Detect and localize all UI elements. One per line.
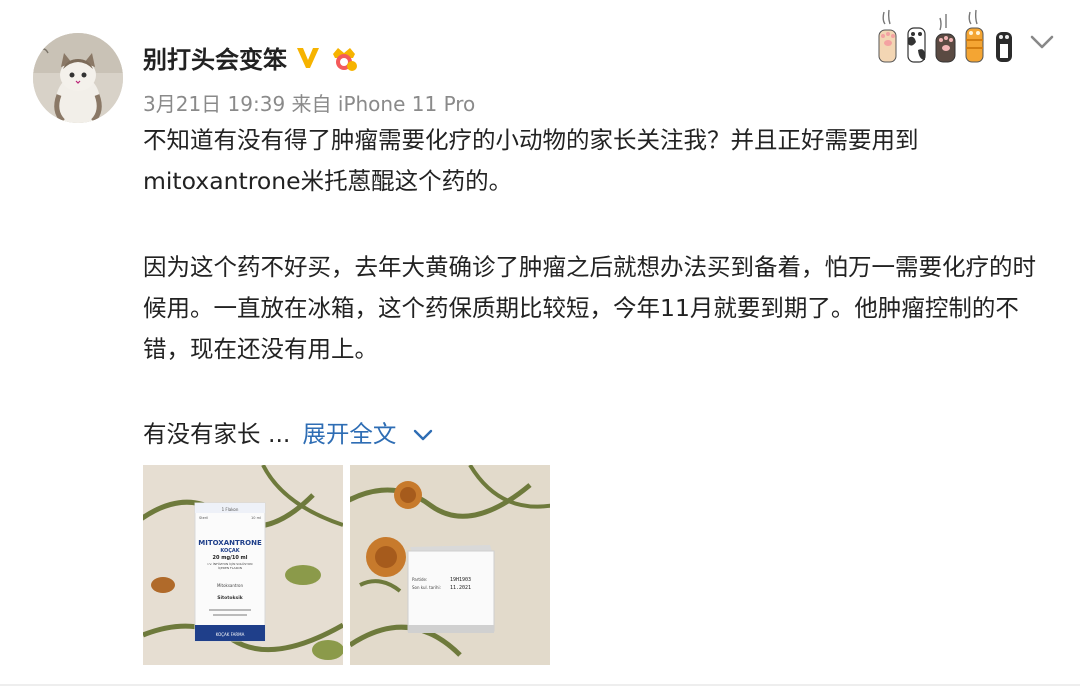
truncated-line: 有没有家长 ... 展开全文: [143, 414, 434, 455]
box-maker: KOÇAK: [220, 548, 240, 554]
medicine-box-photo: 1 Flakon Steril 10 ml MITOXANTRONE KOÇAK…: [143, 465, 343, 665]
exp-label: Son kul. tarihi:: [412, 585, 441, 590]
box-right: 10 ml: [251, 516, 261, 520]
box-footer: KOÇAK FARMA: [216, 632, 245, 637]
exp-value: 11.2021: [450, 585, 471, 591]
username-row: 别打头会变笨: [143, 40, 359, 75]
paw-icon-black: [996, 32, 1012, 62]
paw-icon-orange: [965, 9, 984, 63]
box-cytotoxic: Sitotoksik: [217, 595, 243, 601]
username[interactable]: 别打头会变笨: [143, 40, 287, 75]
box-left: Steril: [199, 516, 208, 520]
post-meta: 3月21日 19:39 来自 iPhone 11 Pro: [143, 88, 475, 117]
post-paragraph-1: 不知道有没有得了肿瘤需要化疗的小动物的家长关注我？并且正好需要用到mitoxan…: [143, 126, 919, 195]
box-small-top: 1 Flakon: [222, 507, 239, 512]
post-source: iPhone 11 Pro: [337, 92, 476, 116]
paw-decoration: [874, 8, 1017, 64]
source-prefix: 来自: [291, 92, 332, 116]
expand-chevron-icon[interactable]: [412, 427, 434, 443]
avatar[interactable]: [33, 33, 123, 123]
lot-value: 19H1903: [450, 577, 471, 583]
expand-full-text-link[interactable]: 展开全文: [302, 414, 396, 455]
box-ingredient: Mitoksantron: [217, 583, 244, 588]
box-dose: 20 mg/10 ml: [213, 555, 248, 561]
paw-icon-spotted: [907, 27, 926, 63]
paw-icon-beige: [878, 9, 897, 63]
lot-label: Partide:: [412, 577, 427, 582]
truncated-text: 有没有家长 ...: [143, 420, 291, 448]
box-expiry-photo: Partide: 19H1903 Son kul. tarihi: 11.202…: [350, 465, 550, 665]
photo-thumbnail-2[interactable]: Partide: 19H1903 Son kul. tarihi: 11.202…: [350, 465, 550, 665]
verified-v-icon: [297, 47, 319, 68]
box-sub2: İÇEREN FLAKON: [218, 565, 242, 570]
chevron-down-icon[interactable]: [1028, 30, 1056, 54]
box-brand: MITOXANTRONE: [198, 539, 262, 547]
paw-icon-dark: [935, 14, 956, 63]
post-paragraph-2: 因为这个药不好买，去年大黄确诊了肿瘤之后就想办法买到备着，怕万一需要化疗的时候用…: [143, 253, 1036, 363]
post-date: 3月21日 19:39: [143, 92, 286, 116]
crown-badge-icon: [333, 47, 357, 71]
photo-thumbnail-1[interactable]: 1 Flakon Steril 10 ml MITOXANTRONE KOÇAK…: [143, 465, 343, 665]
cat-avatar-image: [33, 33, 123, 123]
